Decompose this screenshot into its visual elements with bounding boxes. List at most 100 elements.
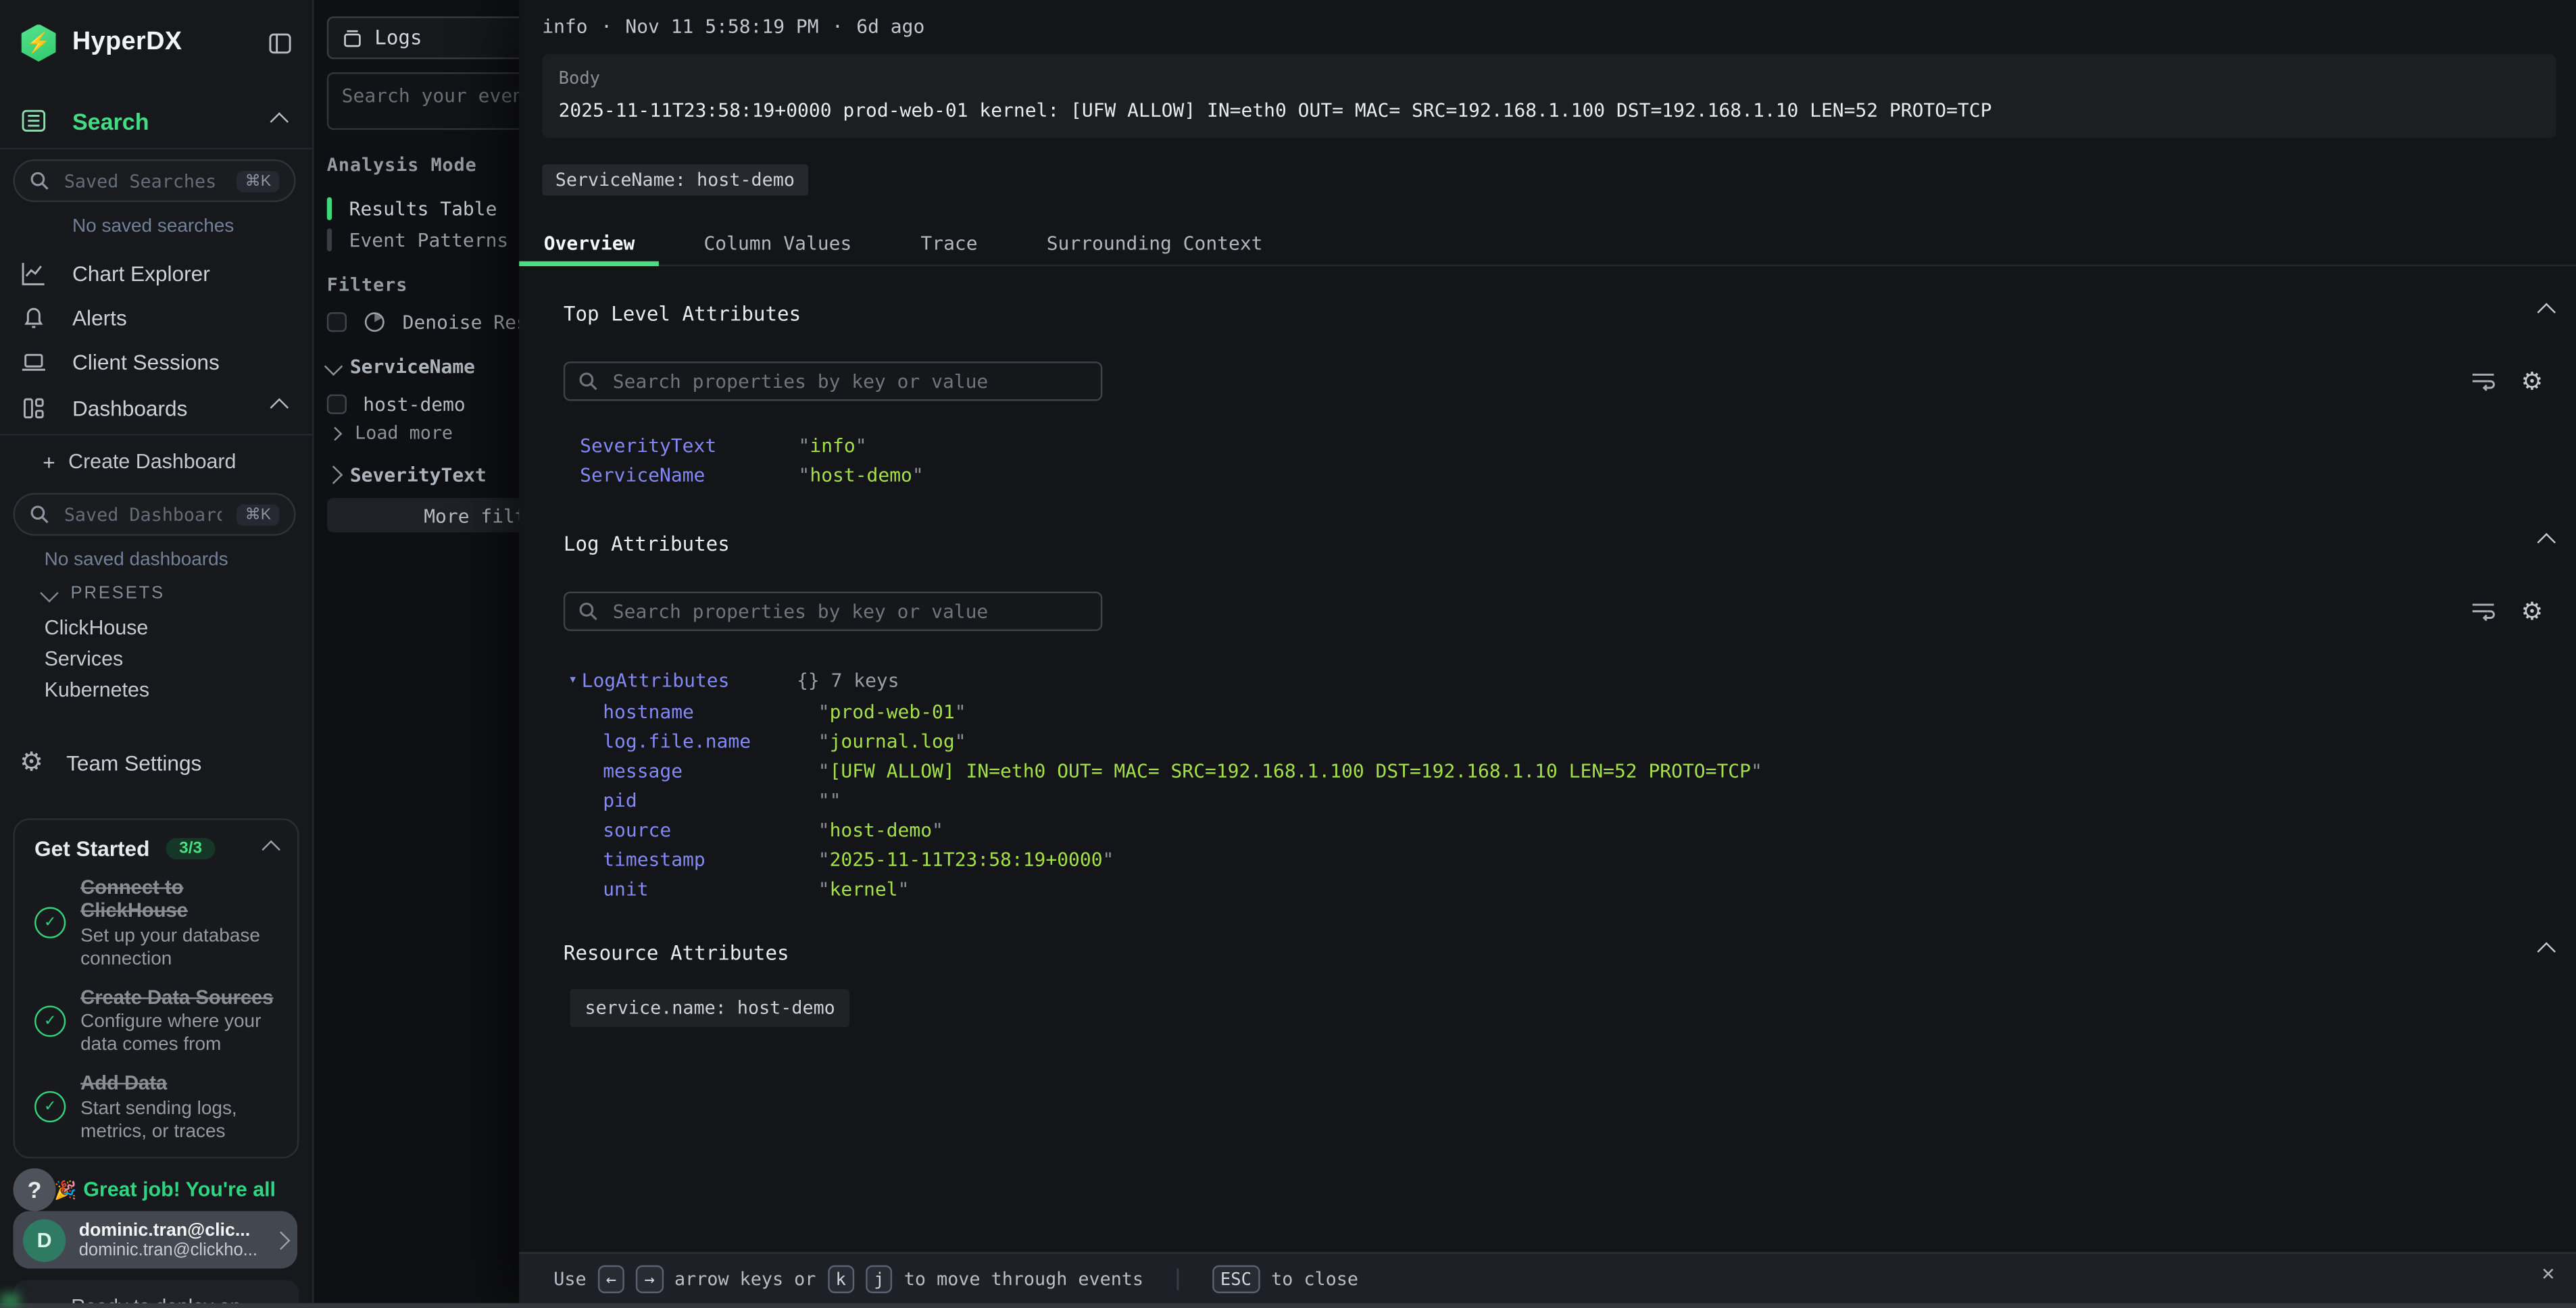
attribute-value[interactable] — [818, 786, 841, 815]
attribute-row[interactable]: timestamp 2025-11-11T23:58:19+0000 — [519, 845, 2576, 874]
attribute-row[interactable]: pid — [519, 786, 2576, 815]
attribute-key[interactable]: pid — [603, 786, 637, 815]
get-started-item[interactable]: ✓ Create Data Sources Configure where yo… — [34, 986, 278, 1057]
denoise-filter[interactable]: Denoise Resul — [327, 311, 519, 334]
attribute-value[interactable]: info — [799, 430, 867, 460]
chevron-up-icon[interactable] — [270, 111, 289, 130]
body-label: Body — [559, 69, 2540, 89]
attribute-value[interactable]: prod-web-01 — [818, 697, 966, 726]
sidebar-item-kubernetes[interactable]: Kubernetes — [0, 678, 312, 701]
filter-group-severitytext[interactable]: SeverityText — [327, 463, 487, 486]
wrap-lines-icon[interactable] — [2470, 601, 2494, 623]
mode-event-patterns[interactable]: Event Patterns — [327, 227, 508, 251]
attribute-value[interactable]: [UFW ALLOW] IN=eth0 OUT= MAC= SRC=192.16… — [818, 756, 1762, 786]
search-icon — [30, 505, 49, 524]
checkbox[interactable] — [327, 395, 347, 414]
filter-group-servicename[interactable]: ServiceName — [327, 355, 475, 378]
attribute-key[interactable]: LogAttributes — [582, 665, 730, 695]
gear-icon[interactable]: ⚙ — [2521, 370, 2544, 394]
collapse-section-icon[interactable] — [2537, 303, 2556, 322]
saved-dashboards-field[interactable] — [61, 502, 225, 526]
event-search-input[interactable]: Search your event — [327, 72, 519, 130]
sidebar-item-search[interactable]: Search — [0, 103, 312, 138]
gear-icon[interactable]: ⚙ — [2521, 600, 2544, 624]
no-saved-dashboards-note: No saved dashboards — [0, 551, 312, 570]
sidebar-item-client-sessions[interactable]: Client Sessions — [0, 345, 312, 378]
help-button[interactable]: ? — [13, 1168, 55, 1211]
attribute-key[interactable]: ServiceName — [580, 460, 705, 490]
attribute-row[interactable]: source host-demo — [519, 815, 2576, 845]
twisty-icon[interactable]: ▾ — [568, 665, 577, 695]
attribute-key[interactable]: hostname — [603, 697, 694, 726]
attribute-key[interactable]: SeverityText — [580, 430, 716, 460]
wrap-lines-icon[interactable] — [2470, 372, 2494, 393]
attribute-value[interactable]: journal.log — [818, 726, 966, 756]
tab-column-values[interactable]: Column Values — [679, 220, 876, 265]
load-more-button[interactable]: Load more — [327, 422, 453, 444]
attribute-value[interactable]: host-demo — [818, 815, 943, 845]
attribute-row[interactable]: log.file.name journal.log — [519, 726, 2576, 756]
arrow-right-key: → — [636, 1265, 663, 1293]
log-attributes-search[interactable] — [564, 592, 1102, 631]
tab-trace[interactable]: Trace — [896, 220, 1002, 265]
attribute-row[interactable]: unit kernel — [519, 874, 2576, 904]
sidebar-item-chart-explorer[interactable]: Chart Explorer — [0, 256, 312, 289]
source-select[interactable]: Logs — [327, 16, 519, 59]
shortcut-badge: ⌘K — [237, 170, 279, 192]
collapse-section-icon[interactable] — [2537, 942, 2556, 961]
section-tools: ⚙ — [2470, 600, 2543, 624]
tab-overview[interactable]: Overview — [519, 220, 660, 265]
tab-surrounding-context[interactable]: Surrounding Context — [1022, 220, 1287, 265]
service-name-chip[interactable]: ServiceName: host-demo — [542, 164, 808, 195]
sidebar-item-services[interactable]: Services — [0, 647, 312, 670]
chevron-up-icon[interactable] — [270, 398, 289, 417]
sidebar-item-dashboards[interactable]: Dashboards — [0, 391, 312, 424]
collapse-section-icon[interactable] — [2537, 533, 2556, 552]
close-icon[interactable]: ✕ — [2542, 1262, 2554, 1286]
top-level-search[interactable] — [564, 361, 1102, 401]
saved-dashboards-input[interactable]: ⌘K — [13, 493, 295, 536]
attribute-row[interactable]: message [UFW ALLOW] IN=eth0 OUT= MAC= SR… — [519, 756, 2576, 786]
attribute-key[interactable]: unit — [603, 874, 648, 904]
get-started-header[interactable]: Get Started 3/3 — [34, 836, 278, 861]
arrow-left-key: ← — [598, 1265, 625, 1293]
attribute-row[interactable]: SeverityText info — [519, 430, 2576, 460]
attribute-key[interactable]: source — [603, 815, 671, 845]
sidebar-item-clickhouse[interactable]: ClickHouse — [0, 616, 312, 639]
create-dashboard-button[interactable]: + Create Dashboard — [0, 447, 312, 477]
section-title-log-attributes: Log Attributes — [564, 532, 730, 555]
saved-searches-input[interactable]: ⌘K — [13, 159, 295, 202]
chevron-up-icon[interactable] — [262, 839, 280, 858]
bottom-scrollbar[interactable] — [0, 1303, 2576, 1308]
top-level-search-field[interactable] — [610, 368, 1087, 395]
sidebar-item-alerts[interactable]: Alerts — [0, 301, 312, 334]
checkbox[interactable] — [327, 312, 347, 332]
attribute-row[interactable]: hostname prod-web-01 — [519, 697, 2576, 726]
more-filters-button[interactable]: More filte — [327, 498, 519, 532]
collapse-sidebar-icon[interactable] — [268, 31, 292, 55]
user-menu[interactable]: D dominic.tran@clic... dominic.tran@clic… — [13, 1211, 297, 1269]
sidebar-item-team-settings[interactable]: ⚙ Team Settings — [0, 746, 312, 779]
saved-searches-field[interactable] — [61, 168, 225, 193]
task-desc: Start sending logs, metrics, or traces — [80, 1097, 278, 1143]
filter-value-host-demo[interactable]: host-demo — [327, 393, 466, 416]
attribute-key[interactable]: message — [603, 756, 683, 786]
attribute-value[interactable]: 2025-11-11T23:58:19+0000 — [818, 845, 1114, 874]
attribute-row[interactable]: ServiceName host-demo — [519, 460, 2576, 490]
attribute-tree-root[interactable]: ▾ LogAttributes {} 7 keys — [519, 665, 2576, 695]
k-key: k — [827, 1265, 854, 1293]
presets-toggle[interactable]: PRESETS — [0, 583, 312, 603]
attribute-key[interactable]: timestamp — [603, 845, 705, 874]
attribute-value[interactable]: kernel — [818, 874, 910, 904]
attribute-key[interactable]: log.file.name — [603, 726, 751, 756]
attribute-value[interactable]: host-demo — [799, 460, 924, 490]
chevron-right-icon — [328, 426, 343, 441]
hint-text: arrow keys or — [674, 1269, 816, 1290]
chevron-down-icon — [40, 584, 59, 603]
resource-attribute-chip[interactable]: service.name: host-demo — [570, 989, 850, 1027]
mode-results-table[interactable]: Results Table — [327, 195, 497, 220]
get-started-item[interactable]: ✓ Add Data Start sending logs, metrics, … — [34, 1072, 278, 1143]
search-results-icon — [20, 107, 47, 134]
get-started-item[interactable]: ✓ Connect to ClickHouse Set up your data… — [34, 876, 278, 971]
log-attributes-search-field[interactable] — [610, 598, 1087, 624]
